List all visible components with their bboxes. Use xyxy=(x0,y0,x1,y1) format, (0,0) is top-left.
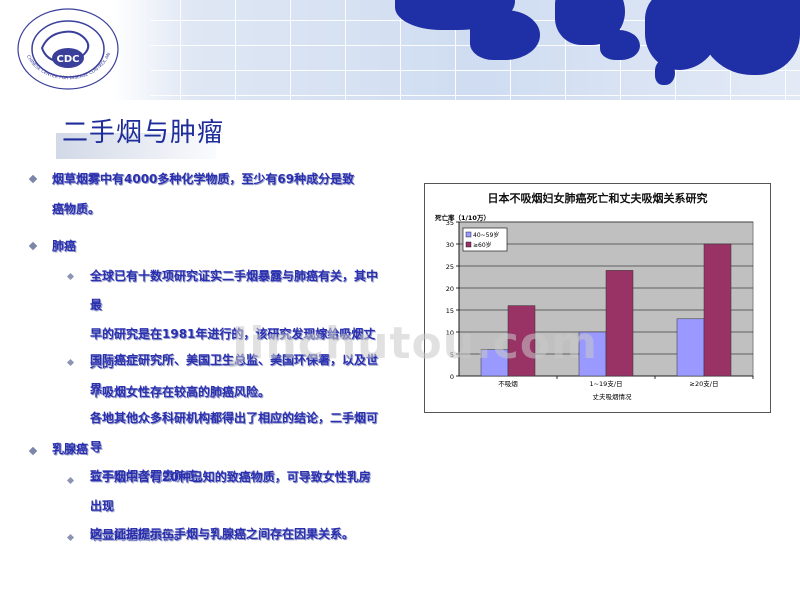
sub-bullet-marker xyxy=(66,533,75,542)
cdc-logo: CDC CHINESE CENTER FOR DISEASE CONTROL A… xyxy=(12,6,119,90)
y-tick-label: 15 xyxy=(446,307,454,315)
x-tick-label: 不吸烟 xyxy=(498,379,518,388)
chart-container: 日本不吸烟妇女肺癌死亡和丈夫吸烟关系研究 0 5 10 15 20 25 30 35 死亡率（1… xyxy=(424,183,771,413)
map-land xyxy=(600,30,640,60)
slide-title: 二手烟与肿瘤 xyxy=(62,118,225,148)
bullet-line: 全球已有十数项研究证实二手烟暴露与肺癌有关，其中最 xyxy=(90,269,379,312)
bullet-marker xyxy=(28,174,38,184)
logo-text: CDC xyxy=(57,54,80,65)
legend-label: 40~59岁 xyxy=(473,231,499,239)
y-axis-label: 死亡率（1/10万） xyxy=(434,213,490,222)
bullet-lung-cancer-heading: 肺癌 xyxy=(52,239,77,253)
bar-age-60-plus xyxy=(605,270,634,377)
x-tick-label: 1~19支/日 xyxy=(589,379,622,388)
y-tick-label: 30 xyxy=(446,241,454,249)
map-land xyxy=(655,60,675,85)
x-tick-label: ≥20支/日 xyxy=(690,379,719,388)
bullet-marker xyxy=(28,241,38,251)
bullet-carcinogens: 烟草烟雾中有4000多种化学物质，至少有69种成分是致 癌物质。 xyxy=(52,164,382,224)
bar-age-40-59 xyxy=(676,318,705,377)
y-tick-label: 0 xyxy=(450,373,454,381)
bar-chart: 05101520253035死亡率（1/10万）不吸烟 1~19支/日 ≥20支/日… xyxy=(434,213,754,401)
legend-label: ≥60岁 xyxy=(473,241,492,249)
bullet-breast-cancer-heading: 乳腺癌 xyxy=(52,442,89,456)
map-land xyxy=(470,10,540,60)
bullet-line: 烟草烟雾中有4000多种化学物质，至少有69种成分是致 xyxy=(52,172,355,186)
bullet-line: 癌物质。 xyxy=(52,202,101,216)
y-tick-label: 20 xyxy=(446,285,454,293)
bullet-line: 二手烟中含有20种已知的致癌物质，可导致女性乳房出现 xyxy=(90,470,371,513)
bar-age-60-plus xyxy=(703,243,732,377)
bullet-line: 这一证据提示二手烟与乳腺癌之间存在因果关系。 xyxy=(90,527,355,541)
sub-bullet-marker xyxy=(66,476,75,485)
bullet-causal-evidence: 这一证据提示二手烟与乳腺癌之间存在因果关系。 xyxy=(90,520,380,549)
legend-swatch xyxy=(465,241,472,248)
y-tick-label: 25 xyxy=(446,263,454,271)
x-axis-label: 丈夫吸烟情况 xyxy=(593,392,633,401)
legend-swatch xyxy=(465,231,472,238)
bullet-marker xyxy=(28,446,38,456)
sub-bullet-marker xyxy=(66,358,75,367)
watermark: Jinchutou.com xyxy=(232,318,598,369)
sub-bullet-marker xyxy=(66,272,75,281)
